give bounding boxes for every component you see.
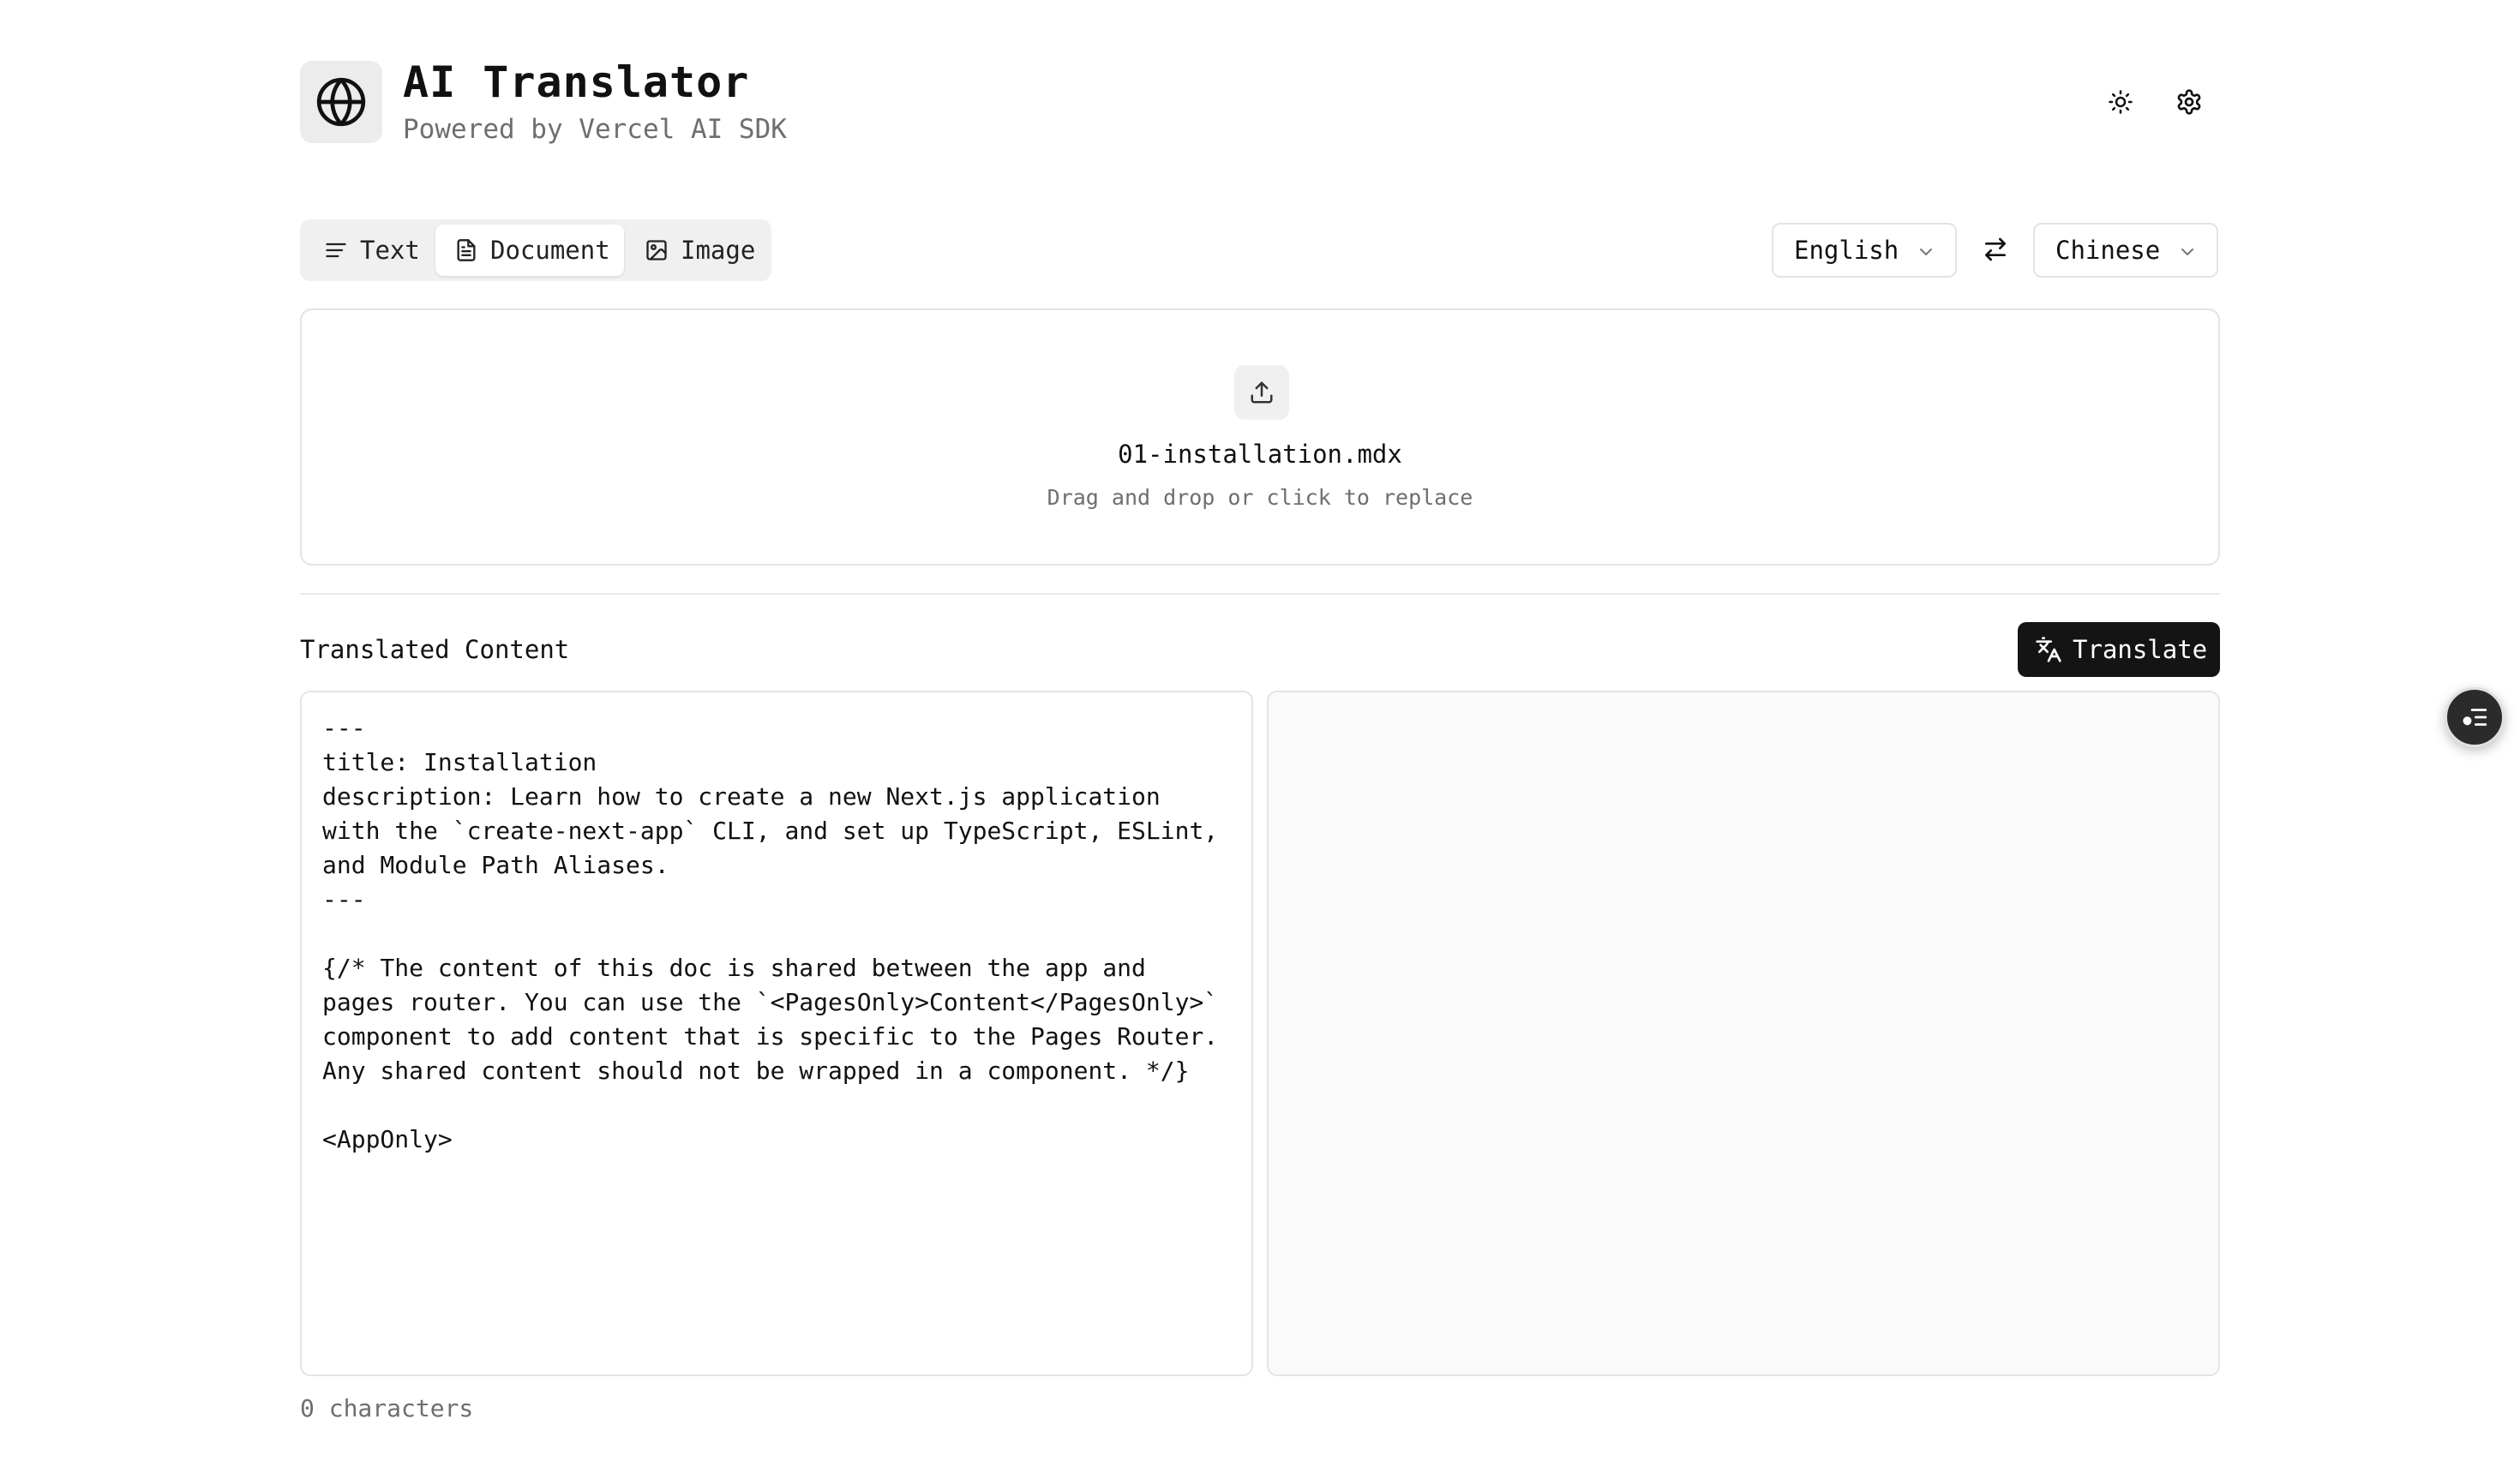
target-language-value: Chinese <box>2055 236 2161 265</box>
translate-icon <box>2036 637 2061 662</box>
tab-text[interactable]: Text <box>305 225 435 276</box>
settings-button[interactable] <box>2163 76 2215 128</box>
tab-document[interactable]: Document <box>435 225 624 276</box>
translated-content-title: Translated Content <box>300 635 570 664</box>
text-lines-icon <box>326 243 346 258</box>
app-root: AI Translator Powered by Vercel AI SDK T… <box>0 0 2520 1479</box>
assistant-list-icon <box>2463 709 2487 726</box>
source-text-content[interactable]: --- title: Installation description: Lea… <box>322 711 1231 1157</box>
chevron-down-icon <box>2181 248 2193 255</box>
document-icon <box>457 239 476 261</box>
translate-button-label: Translate <box>2073 635 2208 664</box>
image-icon <box>646 240 667 260</box>
app-title: AI Translator <box>403 57 750 107</box>
tab-document-label: Document <box>490 236 610 265</box>
tab-image[interactable]: Image <box>626 225 766 276</box>
gear-icon <box>2177 89 2201 115</box>
chevron-down-icon <box>1920 248 1932 255</box>
floating-assistant-button[interactable] <box>2445 687 2505 747</box>
globe-icon <box>316 77 366 127</box>
upload-hint: Drag and drop or click to replace <box>1047 485 1473 510</box>
tab-text-label: Text <box>360 236 420 265</box>
app-logo <box>300 61 382 143</box>
sun-icon <box>2109 90 2133 114</box>
upload-icon <box>1251 381 1273 404</box>
section-divider <box>300 593 2220 595</box>
uploaded-filename: 01-installation.mdx <box>1118 440 1402 469</box>
file-upload-dropzone[interactable]: 01-installation.mdx Drag and drop or cli… <box>300 308 2220 566</box>
translate-button[interactable]: Translate <box>2018 622 2220 677</box>
tab-image-label: Image <box>681 236 756 265</box>
app-subtitle: Powered by Vercel AI SDK <box>403 114 787 145</box>
translated-text-panel[interactable] <box>1267 691 2220 1376</box>
source-language-value: English <box>1794 236 1899 265</box>
mode-tabs: Text Document Image <box>300 219 771 281</box>
source-text-panel[interactable]: --- title: Installation description: Lea… <box>300 691 1253 1376</box>
theme-toggle-button[interactable] <box>2095 76 2146 128</box>
character-count: 0 characters <box>300 1394 474 1422</box>
swap-languages-button[interactable] <box>1970 224 2021 275</box>
upload-icon-container <box>1234 365 1289 420</box>
source-language-select[interactable]: English <box>1772 223 1957 278</box>
swap-arrows-icon <box>1985 237 2006 261</box>
target-language-select[interactable]: Chinese <box>2033 223 2218 278</box>
